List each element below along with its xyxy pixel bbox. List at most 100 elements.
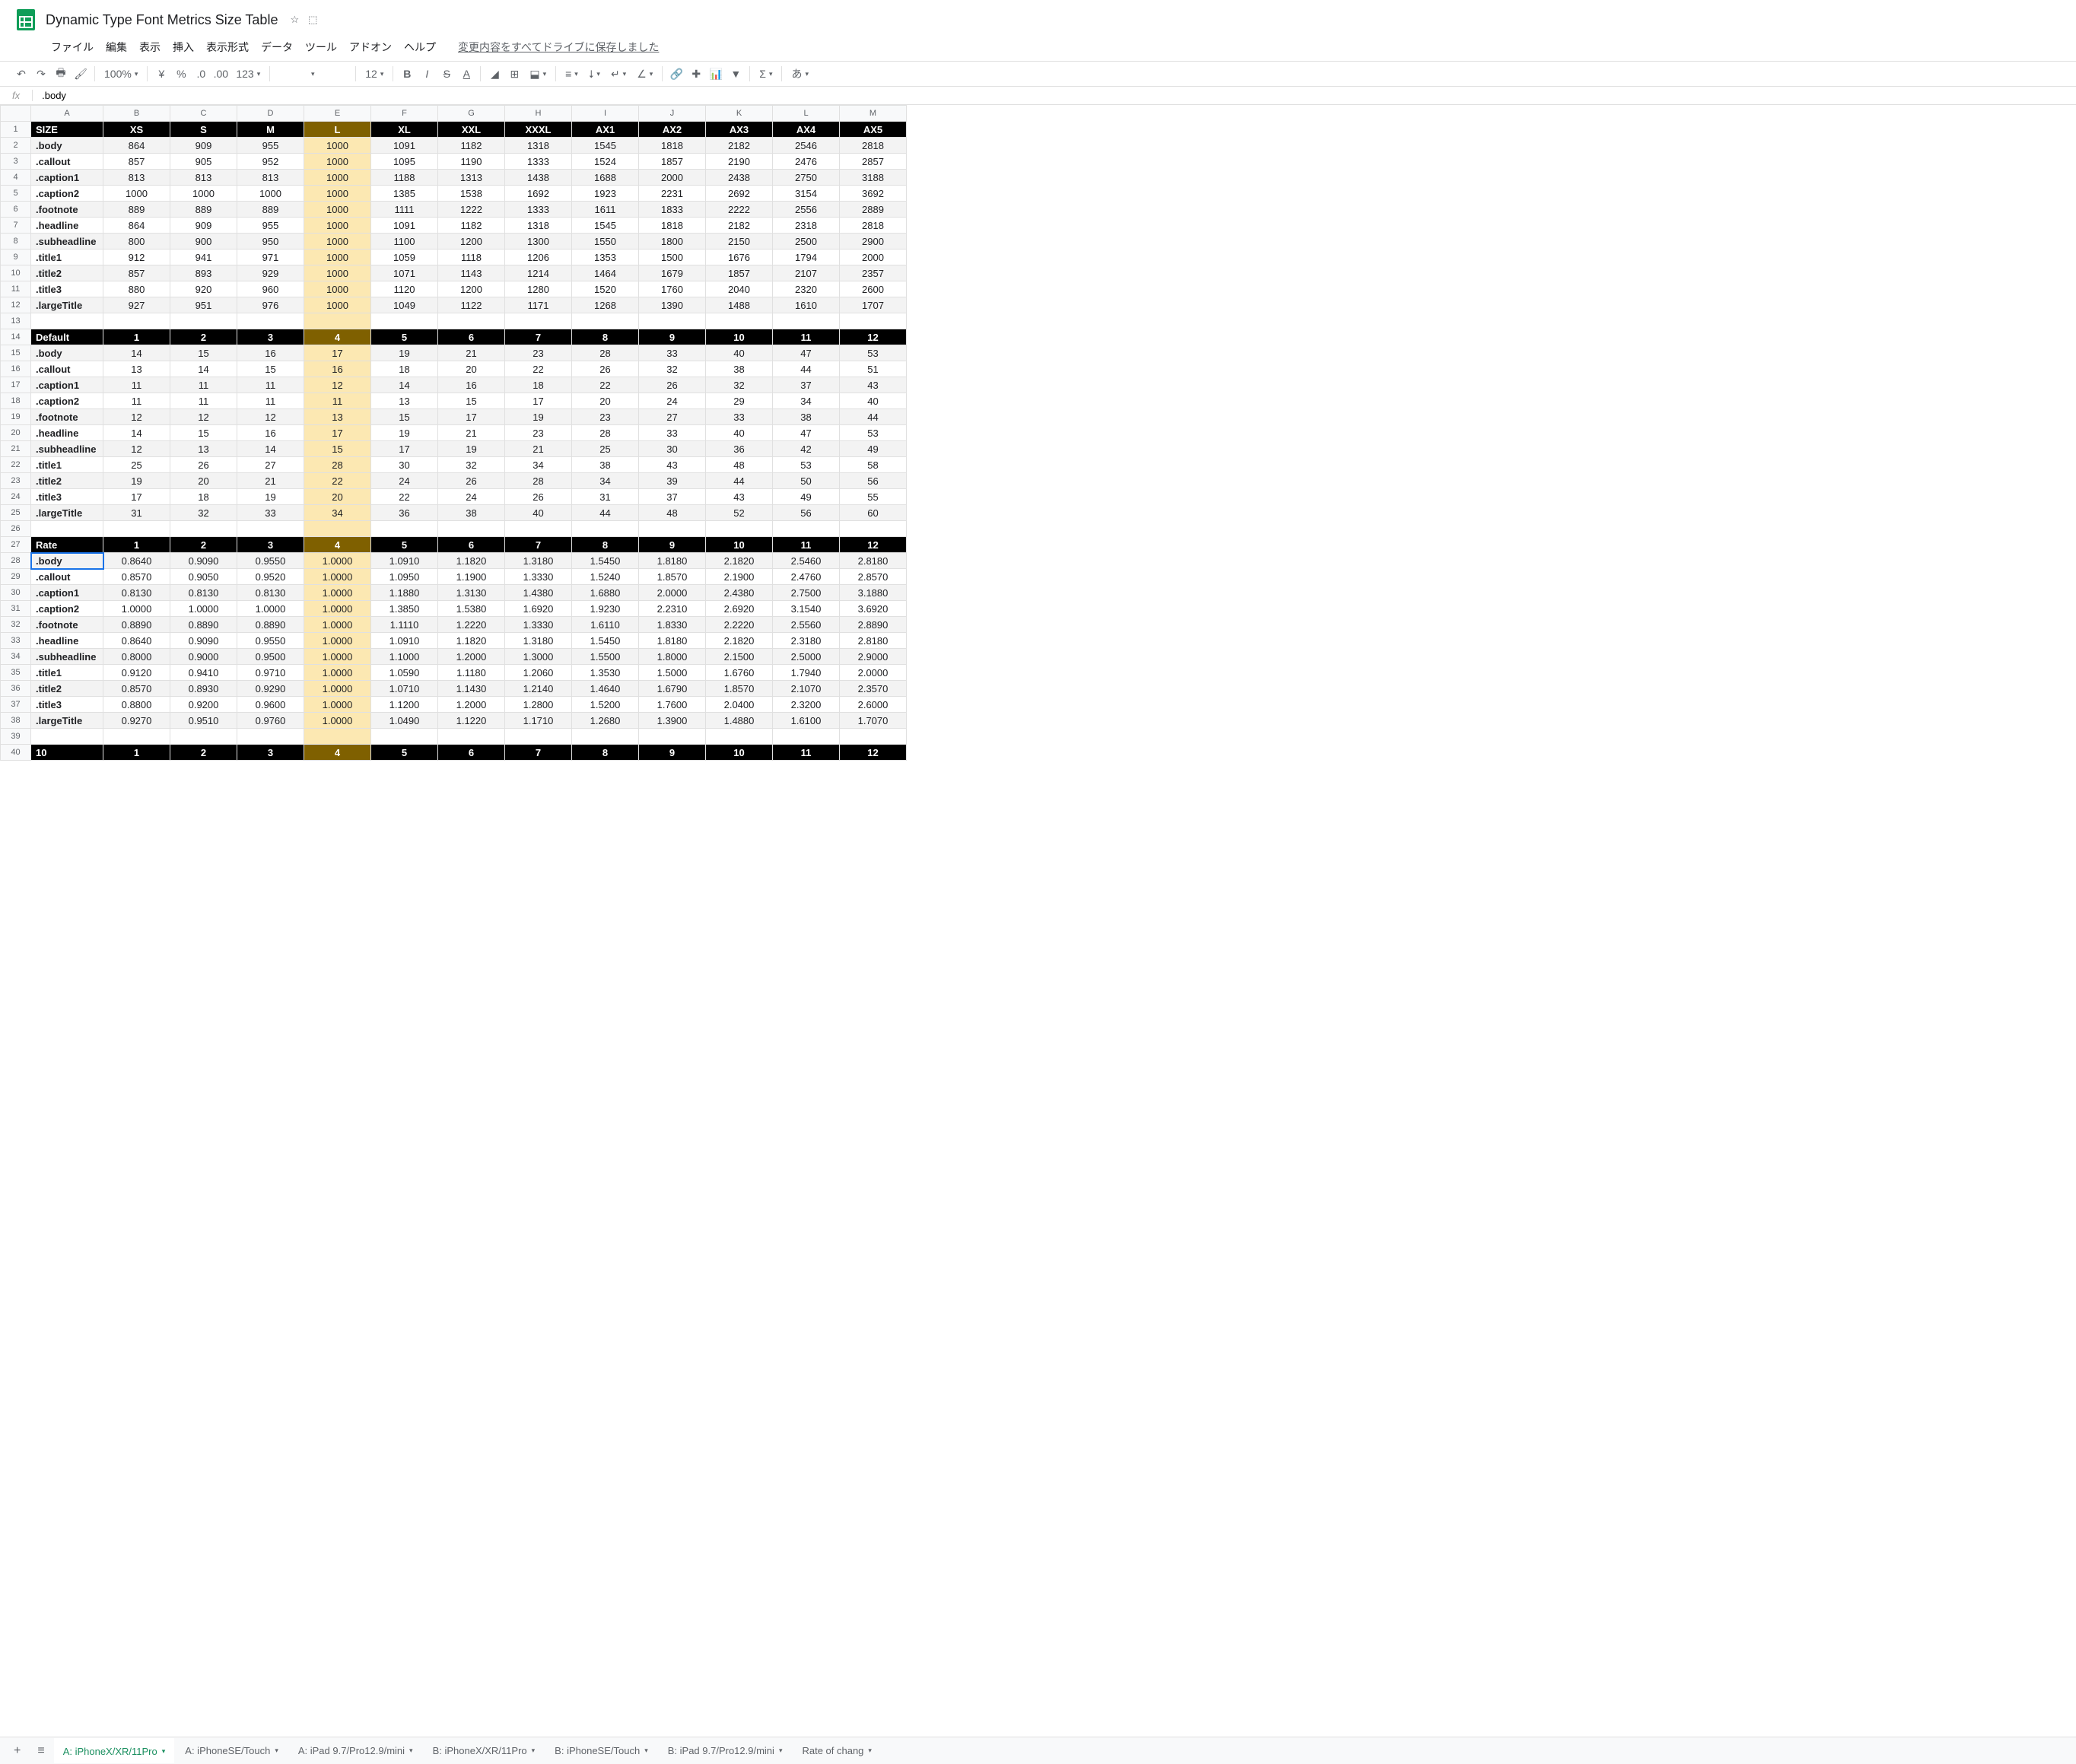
cell[interactable]: 955	[237, 138, 304, 154]
cell[interactable]: 1.2060	[505, 665, 572, 681]
cell[interactable]: 2818	[840, 138, 907, 154]
cell[interactable]: 21	[237, 473, 304, 489]
cell[interactable]: 1.2140	[505, 681, 572, 697]
cell[interactable]: 2.2220	[706, 617, 773, 633]
menu-ツール[interactable]: ツール	[300, 37, 342, 58]
cell[interactable]: 2.1900	[706, 569, 773, 585]
cell[interactable]: 2.1070	[773, 681, 840, 697]
cell[interactable]: 1120	[371, 281, 438, 297]
v-align-button[interactable]: ⭣	[584, 65, 605, 83]
add-sheet-button[interactable]: +	[6, 1740, 28, 1762]
cell[interactable]: 2556	[773, 202, 840, 218]
cell[interactable]: 3692	[840, 186, 907, 202]
cell[interactable]: 13	[170, 441, 237, 457]
cell[interactable]: 1222	[438, 202, 505, 218]
cell[interactable]: 31	[103, 505, 170, 521]
cell[interactable]	[170, 521, 237, 537]
cell[interactable]: 48	[706, 457, 773, 473]
cell[interactable]: 893	[170, 265, 237, 281]
cell[interactable]: 1.3530	[572, 665, 639, 681]
cell[interactable]: 17	[371, 441, 438, 457]
cell[interactable]: 2	[170, 329, 237, 345]
cell[interactable]: 19	[371, 425, 438, 441]
cell[interactable]: .title2	[31, 265, 103, 281]
filter-button[interactable]: ▼	[726, 65, 745, 83]
cell[interactable]: 1.8000	[639, 649, 706, 665]
cell[interactable]: 0.8000	[103, 649, 170, 665]
cell[interactable]: 12	[840, 537, 907, 553]
cell[interactable]: 1.2800	[505, 697, 572, 713]
menu-表示形式[interactable]: 表示形式	[201, 37, 254, 58]
cell[interactable]: 2190	[706, 154, 773, 170]
cell[interactable]: 17	[304, 345, 371, 361]
cell[interactable]: 1333	[505, 154, 572, 170]
cell[interactable]: 2.4380	[706, 585, 773, 601]
cell[interactable]: 1857	[639, 154, 706, 170]
cell[interactable]: 1100	[371, 234, 438, 250]
cell[interactable]: 43	[639, 457, 706, 473]
cell[interactable]: 3188	[840, 170, 907, 186]
cell[interactable]: 2.0000	[840, 665, 907, 681]
font-dropdown[interactable]	[275, 65, 351, 83]
cell[interactable]: 1520	[572, 281, 639, 297]
cell[interactable]: 2857	[840, 154, 907, 170]
cell[interactable]: 2182	[706, 138, 773, 154]
cell[interactable]: 2.4760	[773, 569, 840, 585]
cell[interactable]	[304, 521, 371, 537]
cell[interactable]: .callout	[31, 361, 103, 377]
cell[interactable]: 7	[505, 329, 572, 345]
cell[interactable]: 1.2000	[438, 649, 505, 665]
cell[interactable]: 1000	[304, 265, 371, 281]
cell[interactable]: 5	[371, 329, 438, 345]
cell[interactable]: S	[170, 122, 237, 138]
cell[interactable]	[170, 729, 237, 745]
cell[interactable]: 11	[103, 393, 170, 409]
cell[interactable]: 1.5500	[572, 649, 639, 665]
cell[interactable]: 2318	[773, 218, 840, 234]
cell[interactable]: 38	[706, 361, 773, 377]
cell[interactable]: .callout	[31, 569, 103, 585]
rotate-button[interactable]: ∠	[632, 65, 657, 83]
col-head-H[interactable]: H	[505, 106, 572, 122]
cell[interactable]: 1.5200	[572, 697, 639, 713]
cell[interactable]: 44	[706, 473, 773, 489]
sheet-tab[interactable]: A: iPad 9.7/Pro12.9/mini	[289, 1739, 422, 1762]
cell[interactable]: 47	[773, 345, 840, 361]
cell[interactable]: 1.7940	[773, 665, 840, 681]
cell[interactable]: 1.0000	[304, 697, 371, 713]
cell[interactable]: 6	[438, 745, 505, 761]
chart-button[interactable]: 📊	[707, 65, 725, 83]
cell[interactable]: 1.0000	[103, 601, 170, 617]
cell[interactable]: 2.5460	[773, 553, 840, 569]
cell[interactable]	[237, 521, 304, 537]
cell[interactable]: .caption1	[31, 377, 103, 393]
cell[interactable]: 1000	[304, 297, 371, 313]
cell[interactable]: 1.0000	[304, 585, 371, 601]
cell[interactable]: 1.0000	[304, 617, 371, 633]
cell[interactable]: 1.2000	[438, 697, 505, 713]
menu-編集[interactable]: 編集	[100, 37, 132, 58]
cell[interactable]: 0.9550	[237, 633, 304, 649]
cell[interactable]: 1.0000	[170, 601, 237, 617]
cell[interactable]: 1.7070	[840, 713, 907, 729]
col-head-B[interactable]: B	[103, 106, 170, 122]
cell[interactable]: 48	[639, 505, 706, 521]
sheet-tab[interactable]: B: iPhoneX/XR/11Pro	[424, 1739, 545, 1762]
cell[interactable]: 2231	[639, 186, 706, 202]
cell[interactable]: 0.8800	[103, 697, 170, 713]
cell[interactable]: 1.5240	[572, 569, 639, 585]
cell[interactable]: XXL	[438, 122, 505, 138]
cell[interactable]: .body	[31, 138, 103, 154]
cell[interactable]: 2.7500	[773, 585, 840, 601]
cell[interactable]: 0.9290	[237, 681, 304, 697]
cell[interactable]: 25	[103, 457, 170, 473]
cell[interactable]	[773, 729, 840, 745]
cell[interactable]: AX1	[572, 122, 639, 138]
cell[interactable]: 53	[773, 457, 840, 473]
cell[interactable]: 813	[103, 170, 170, 186]
cell[interactable]: 11	[773, 745, 840, 761]
cell[interactable]: 976	[237, 297, 304, 313]
cell[interactable]: 909	[170, 138, 237, 154]
cell[interactable]: 1000	[304, 218, 371, 234]
all-sheets-button[interactable]: ≡	[30, 1740, 52, 1762]
